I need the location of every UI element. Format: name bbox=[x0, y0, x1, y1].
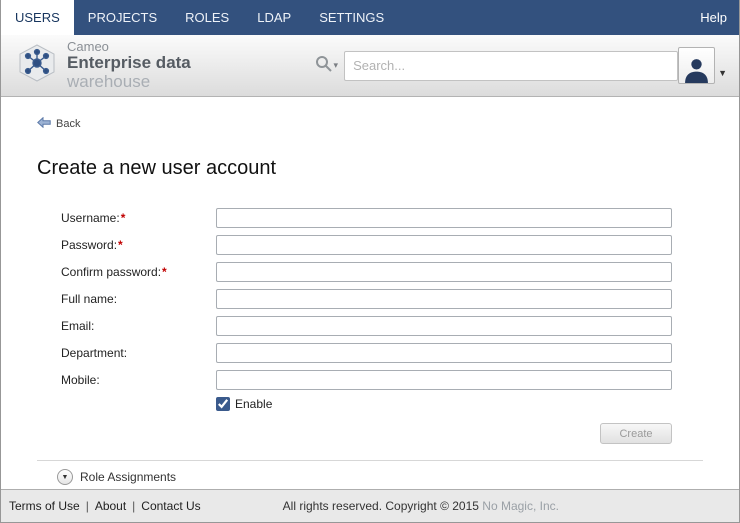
tab-roles[interactable]: ROLES bbox=[171, 0, 243, 35]
create-button[interactable]: Create bbox=[600, 423, 672, 444]
top-nav: USERS PROJECTS ROLES LDAP SETTINGS Help bbox=[1, 0, 739, 35]
footer: Terms of Use | About | Contact Us All ri… bbox=[1, 489, 739, 522]
full-name-label: Full name: bbox=[61, 292, 216, 306]
brand-product-bold: Enterprise data bbox=[67, 53, 191, 72]
confirm-password-label: Confirm password:* bbox=[61, 265, 216, 279]
header-bar: Cameo Enterprise data warehouse ▾ bbox=[1, 35, 739, 97]
copyright: All rights reserved. Copyright © 2015 No… bbox=[283, 499, 649, 513]
full-name-input[interactable] bbox=[216, 289, 672, 309]
role-assignments-label: Role Assignments bbox=[80, 470, 176, 484]
department-label: Department: bbox=[61, 346, 216, 360]
brand-name: Cameo bbox=[67, 40, 271, 54]
brand-product-light: warehouse bbox=[67, 72, 150, 91]
email-label: Email: bbox=[61, 319, 216, 333]
avatar[interactable] bbox=[678, 47, 715, 84]
form-row-mobile: Mobile: bbox=[61, 370, 672, 390]
tab-ldap[interactable]: LDAP bbox=[243, 0, 305, 35]
search-icon bbox=[315, 55, 332, 77]
cameo-logo-icon bbox=[17, 43, 57, 88]
department-input[interactable] bbox=[216, 343, 672, 363]
user-silhouette-icon bbox=[683, 56, 710, 83]
role-assignments-section: ▼ Role Assignments bbox=[37, 460, 703, 485]
back-label: Back bbox=[56, 118, 80, 130]
required-asterisk: * bbox=[162, 265, 167, 279]
brand-text: Cameo Enterprise data warehouse bbox=[67, 40, 271, 92]
footer-separator: | bbox=[132, 499, 135, 513]
mobile-label: Mobile: bbox=[61, 373, 216, 387]
mobile-input[interactable] bbox=[216, 370, 672, 390]
user-menu-caret-icon[interactable]: ▼ bbox=[718, 68, 727, 78]
role-assignments-toggle[interactable]: ▼ bbox=[57, 469, 73, 485]
enable-checkbox-label[interactable]: Enable bbox=[235, 397, 272, 411]
search-caret-icon: ▾ bbox=[334, 60, 339, 71]
tab-users[interactable]: USERS bbox=[1, 0, 74, 35]
enable-checkbox[interactable] bbox=[216, 397, 230, 411]
brand-product: Enterprise data warehouse bbox=[67, 54, 271, 91]
required-asterisk: * bbox=[121, 211, 126, 225]
enable-row: Enable bbox=[216, 397, 672, 411]
footer-link-about[interactable]: About bbox=[95, 499, 126, 513]
form-row-password: Password:* bbox=[61, 235, 672, 255]
tab-projects[interactable]: PROJECTS bbox=[74, 0, 171, 35]
tab-settings[interactable]: SETTINGS bbox=[305, 0, 398, 35]
username-label: Username:* bbox=[61, 211, 216, 225]
email-input[interactable] bbox=[216, 316, 672, 336]
search-area: ▾ bbox=[315, 51, 679, 81]
page-title: Create a new user account bbox=[37, 157, 739, 180]
copyright-company: No Magic, Inc. bbox=[482, 499, 559, 513]
password-input[interactable] bbox=[216, 235, 672, 255]
confirm-password-input[interactable] bbox=[216, 262, 672, 282]
create-user-form: Username:* Password:* Confirm password:*… bbox=[61, 208, 672, 444]
back-arrow-icon bbox=[37, 117, 51, 131]
brand: Cameo Enterprise data warehouse bbox=[17, 40, 271, 92]
copyright-text: All rights reserved. Copyright © 2015 bbox=[283, 499, 479, 513]
search-scope-button[interactable]: ▾ bbox=[315, 55, 339, 77]
footer-links: Terms of Use | About | Contact Us bbox=[9, 499, 201, 513]
help-link[interactable]: Help bbox=[688, 0, 739, 35]
footer-link-contact[interactable]: Contact Us bbox=[141, 499, 200, 513]
form-row-username: Username:* bbox=[61, 208, 672, 228]
form-row-email: Email: bbox=[61, 316, 672, 336]
footer-link-terms[interactable]: Terms of Use bbox=[9, 499, 80, 513]
app-window: USERS PROJECTS ROLES LDAP SETTINGS Help bbox=[0, 0, 740, 523]
main-content: Back Create a new user account Username:… bbox=[1, 97, 739, 489]
required-asterisk: * bbox=[118, 238, 123, 252]
back-link[interactable]: Back bbox=[37, 117, 80, 131]
form-row-department: Department: bbox=[61, 343, 672, 363]
user-menu: ▼ bbox=[678, 47, 729, 84]
create-row: Create bbox=[61, 423, 672, 444]
password-label: Password:* bbox=[61, 238, 216, 252]
chevron-down-icon: ▼ bbox=[62, 474, 69, 481]
username-input[interactable] bbox=[216, 208, 672, 228]
form-row-confirm-password: Confirm password:* bbox=[61, 262, 672, 282]
footer-separator: | bbox=[86, 499, 89, 513]
search-input[interactable] bbox=[344, 51, 678, 81]
form-row-full-name: Full name: bbox=[61, 289, 672, 309]
